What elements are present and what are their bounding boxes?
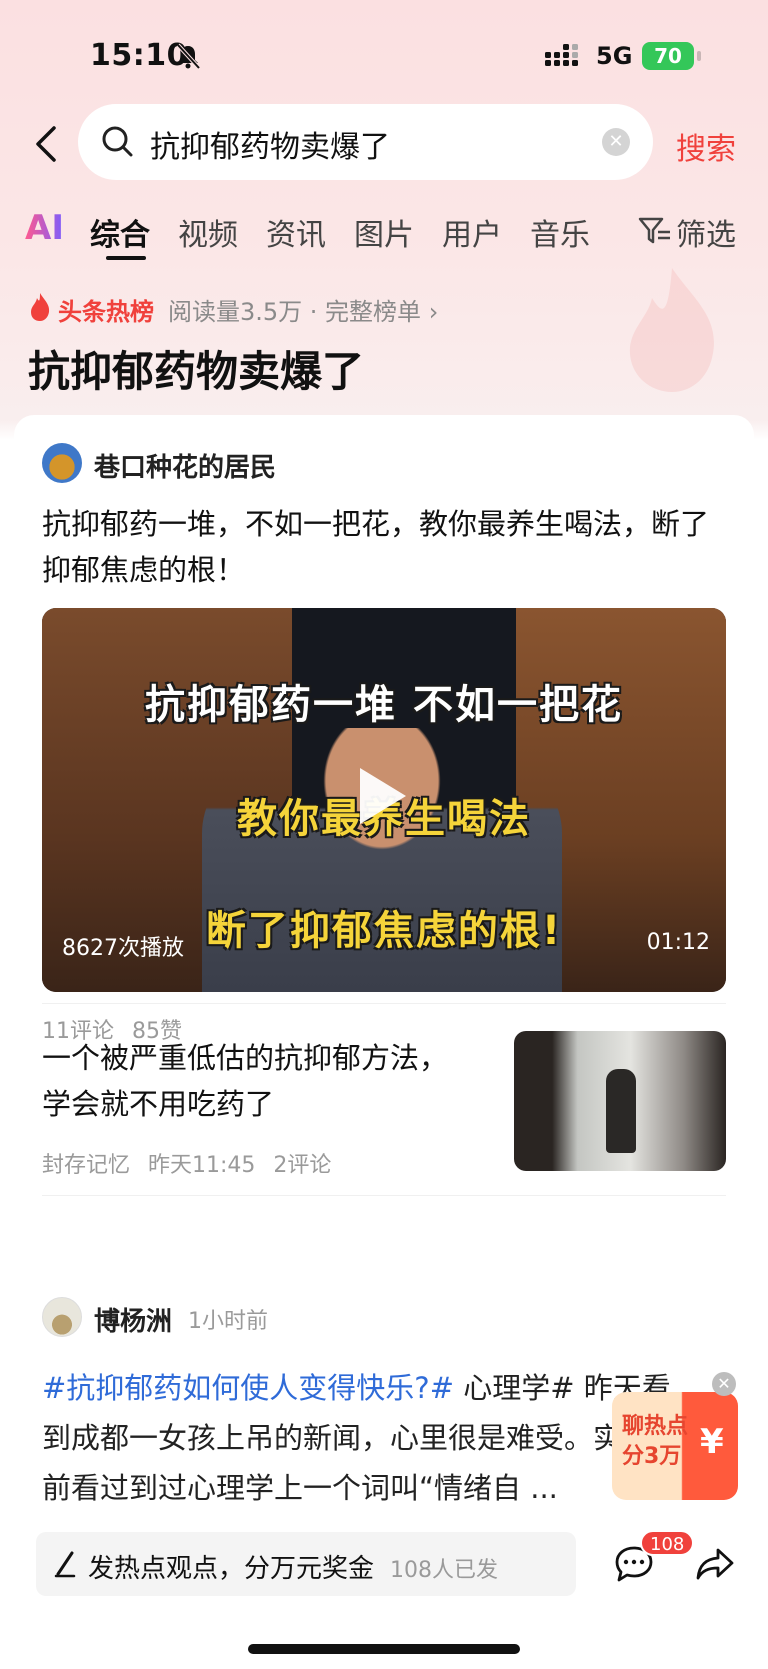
avatar[interactable] bbox=[42, 1297, 82, 1337]
tab-comprehensive[interactable]: 综合 bbox=[90, 210, 150, 254]
tab-users[interactable]: 用户 bbox=[442, 210, 502, 254]
search-query: 抗抑郁药物卖爆了 bbox=[150, 130, 390, 165]
close-promo-button[interactable]: ✕ bbox=[712, 1372, 736, 1396]
article-thumbnail[interactable] bbox=[514, 1031, 726, 1171]
comment-badge: 108 bbox=[640, 1530, 695, 1556]
tab-ai[interactable]: AI bbox=[25, 208, 64, 248]
status-bar: 15:10 5G 70 bbox=[0, 0, 768, 110]
signal-icon bbox=[545, 44, 578, 66]
page-title: 抗抑郁药物卖爆了 bbox=[28, 347, 365, 396]
tab-music[interactable]: 音乐 bbox=[530, 210, 590, 254]
chevron-right-icon: › bbox=[428, 298, 439, 326]
share-icon[interactable] bbox=[694, 1544, 736, 1584]
flame-decoration-icon bbox=[629, 268, 714, 392]
filter-button[interactable]: 筛选 bbox=[676, 210, 736, 254]
post-text[interactable]: #抗抑郁药如何使人变得快乐?# 心理学# 昨天看到成都一女孩上吊的新闻，心里很是… bbox=[42, 1363, 682, 1513]
hot-list-meta[interactable]: 阅读量3.5万 · 完整榜单 › bbox=[168, 292, 438, 327]
filter-icon[interactable] bbox=[638, 216, 672, 246]
battery-indicator: 70 bbox=[642, 42, 694, 70]
search-input[interactable]: 抗抑郁药物卖爆了 ✕ bbox=[78, 104, 653, 180]
search-button[interactable]: 搜索 bbox=[676, 124, 736, 168]
post-time: 1小时前 bbox=[188, 1309, 268, 1334]
hot-list-meta-text: 阅读量3.5万 · 完整榜单 bbox=[168, 298, 422, 326]
thumbnail-figure bbox=[606, 1069, 636, 1153]
tab-bar: AI 综合 视频 资讯 图片 用户 音乐 筛选 bbox=[0, 200, 768, 264]
hot-topic-promo[interactable]: 聊热点分3万 ¥ bbox=[612, 1392, 738, 1500]
avatar[interactable] bbox=[42, 443, 82, 483]
video-caption: 抗抑郁药一堆 不如一把花 bbox=[145, 682, 623, 728]
promo-label: 聊热点分3万 bbox=[622, 1414, 689, 1469]
post-author[interactable]: 博杨洲 bbox=[94, 1301, 172, 1338]
article-source[interactable]: 封存记忆 bbox=[42, 1153, 130, 1178]
divider bbox=[42, 1003, 726, 1004]
active-tab-indicator bbox=[106, 256, 146, 260]
post-author[interactable]: 巷口种花的居民 bbox=[94, 447, 276, 484]
search-icon bbox=[102, 126, 133, 157]
bell-mute-icon bbox=[176, 43, 201, 70]
play-icon[interactable] bbox=[360, 768, 406, 824]
hashtag-link[interactable]: #抗抑郁药如何使人变得快乐?# bbox=[42, 1371, 454, 1405]
article-time: 昨天11:45 bbox=[148, 1153, 256, 1178]
tab-news[interactable]: 资讯 bbox=[266, 210, 326, 254]
results-card: 巷口种花的居民 抗抑郁药一堆，不如一把花，教你最养生喝法，断了抑郁焦虑的根！ 抗… bbox=[14, 415, 754, 1525]
divider bbox=[42, 1195, 726, 1196]
article-comments: 2评论 bbox=[273, 1153, 332, 1178]
home-indicator bbox=[248, 1644, 520, 1654]
battery-cap bbox=[697, 51, 701, 61]
back-button[interactable] bbox=[28, 120, 68, 168]
post-opinion-button[interactable]: 发热点观点，分万元奖金 108人已发 bbox=[36, 1532, 576, 1596]
hot-list-label: 头条热榜 bbox=[58, 298, 154, 326]
tab-images[interactable]: 图片 bbox=[354, 210, 414, 254]
post-opinion-label: 发热点观点，分万元奖金 bbox=[88, 1554, 375, 1584]
play-count: 8627次播放 bbox=[62, 936, 184, 961]
network-type: 5G bbox=[596, 42, 633, 70]
yen-icon: ¥ bbox=[700, 1422, 724, 1462]
fire-icon bbox=[31, 293, 50, 321]
post-text[interactable]: 抗抑郁药一堆，不如一把花，教你最养生喝法，断了抑郁焦虑的根！ bbox=[42, 501, 732, 593]
clear-search-button[interactable]: ✕ bbox=[602, 128, 630, 156]
article-meta: 封存记忆 昨天11:45 2评论 bbox=[42, 1147, 331, 1179]
article-title[interactable]: 一个被严重低估的抗抑郁方法，学会就不用吃药了 bbox=[42, 1035, 452, 1127]
video-player[interactable]: 抗抑郁药一堆 不如一把花 教你最养生喝法 断了抑郁焦虑的根! 8627次播放 0… bbox=[42, 608, 726, 992]
post-opinion-count: 108人已发 bbox=[390, 1558, 498, 1583]
tab-video[interactable]: 视频 bbox=[178, 210, 238, 254]
video-duration: 01:12 bbox=[646, 930, 710, 955]
pen-icon bbox=[54, 1551, 76, 1578]
